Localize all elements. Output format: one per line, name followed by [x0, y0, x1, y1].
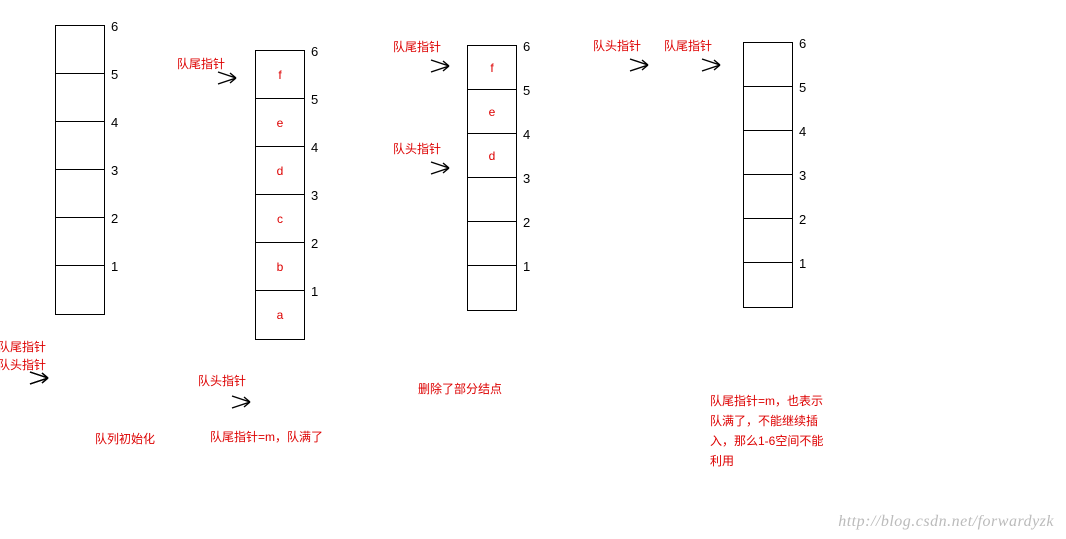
diagram-stage: http://blog.csdn.net/forwardyzk 654321fe… [0, 0, 1066, 539]
caption-text: 队尾指针=m，队满了 [210, 428, 323, 445]
index-tick: 1 [523, 259, 530, 274]
index-tick: 6 [311, 44, 318, 59]
queue-stack [743, 42, 793, 308]
rear-pointer-label: 队尾指针 [664, 37, 712, 54]
caption-text: 删除了部分结点 [418, 380, 502, 397]
index-tick: 3 [311, 188, 318, 203]
caption-text: 入，那么1-6空间不能 [710, 432, 823, 449]
queue-cell [744, 43, 792, 87]
queue-cell [56, 266, 104, 314]
rear-pointer-label: 队尾指针 [393, 38, 441, 55]
index-tick: 3 [523, 171, 530, 186]
queue-stack [55, 25, 105, 315]
queue-cell: e [468, 90, 516, 134]
queue-cell [744, 131, 792, 175]
queue-column-1: 654321 [55, 25, 105, 315]
queue-cell: d [256, 147, 304, 195]
index-tick: 4 [523, 127, 530, 142]
queue-cell: f [468, 46, 516, 90]
queue-column-3: fed654321 [467, 45, 517, 311]
pointer-arrow-icon [628, 55, 656, 73]
pointer-arrow-icon [28, 368, 56, 386]
head-pointer-label: 队头指针 [198, 372, 246, 389]
index-tick: 2 [111, 211, 118, 226]
queue-column-4: 654321 [743, 42, 793, 308]
queue-cell: c [256, 195, 304, 243]
index-tick: 4 [311, 140, 318, 155]
queue-cell [744, 263, 792, 307]
index-tick: 1 [111, 259, 118, 274]
caption-text: 利用 [710, 452, 734, 469]
queue-cell [468, 178, 516, 222]
queue-cell: e [256, 99, 304, 147]
queue-cell [56, 218, 104, 266]
index-tick: 2 [799, 212, 806, 227]
index-tick: 1 [311, 284, 318, 299]
index-tick: 6 [111, 19, 118, 34]
pointer-arrow-icon [216, 68, 244, 86]
queue-cell: b [256, 243, 304, 291]
caption-text: 队满了，不能继续插 [710, 412, 818, 429]
index-tick: 2 [523, 215, 530, 230]
caption-text: 队尾指针=m，也表示 [710, 392, 823, 409]
index-tick: 2 [311, 236, 318, 251]
queue-cell [56, 170, 104, 218]
index-tick: 6 [523, 39, 530, 54]
head-pointer-label: 队头指针 [393, 140, 441, 157]
queue-cell [744, 87, 792, 131]
queue-cell [468, 222, 516, 266]
rear-pointer-label: 队尾指针 [0, 338, 46, 355]
index-tick: 6 [799, 36, 806, 51]
caption-text: 队列初始化 [95, 430, 155, 447]
index-tick: 5 [523, 83, 530, 98]
head-pointer-label: 队头指针 [593, 37, 641, 54]
index-tick: 4 [111, 115, 118, 130]
queue-cell [56, 74, 104, 122]
queue-cell: d [468, 134, 516, 178]
index-tick: 5 [111, 67, 118, 82]
pointer-arrow-icon [429, 56, 457, 74]
index-tick: 4 [799, 124, 806, 139]
queue-cell [744, 175, 792, 219]
watermark-text: http://blog.csdn.net/forwardyzk [838, 513, 1054, 531]
queue-cell [56, 26, 104, 74]
index-tick: 5 [799, 80, 806, 95]
index-tick: 5 [311, 92, 318, 107]
queue-stack: fed [467, 45, 517, 311]
pointer-arrow-icon [230, 392, 258, 410]
index-tick: 3 [111, 163, 118, 178]
queue-column-2: fedcba654321 [255, 50, 305, 340]
queue-cell: a [256, 291, 304, 339]
queue-cell [468, 266, 516, 310]
queue-cell: f [256, 51, 304, 99]
index-tick: 3 [799, 168, 806, 183]
index-tick: 1 [799, 256, 806, 271]
pointer-arrow-icon [429, 158, 457, 176]
queue-cell [744, 219, 792, 263]
queue-cell [56, 122, 104, 170]
queue-stack: fedcba [255, 50, 305, 340]
pointer-arrow-icon [700, 55, 728, 73]
